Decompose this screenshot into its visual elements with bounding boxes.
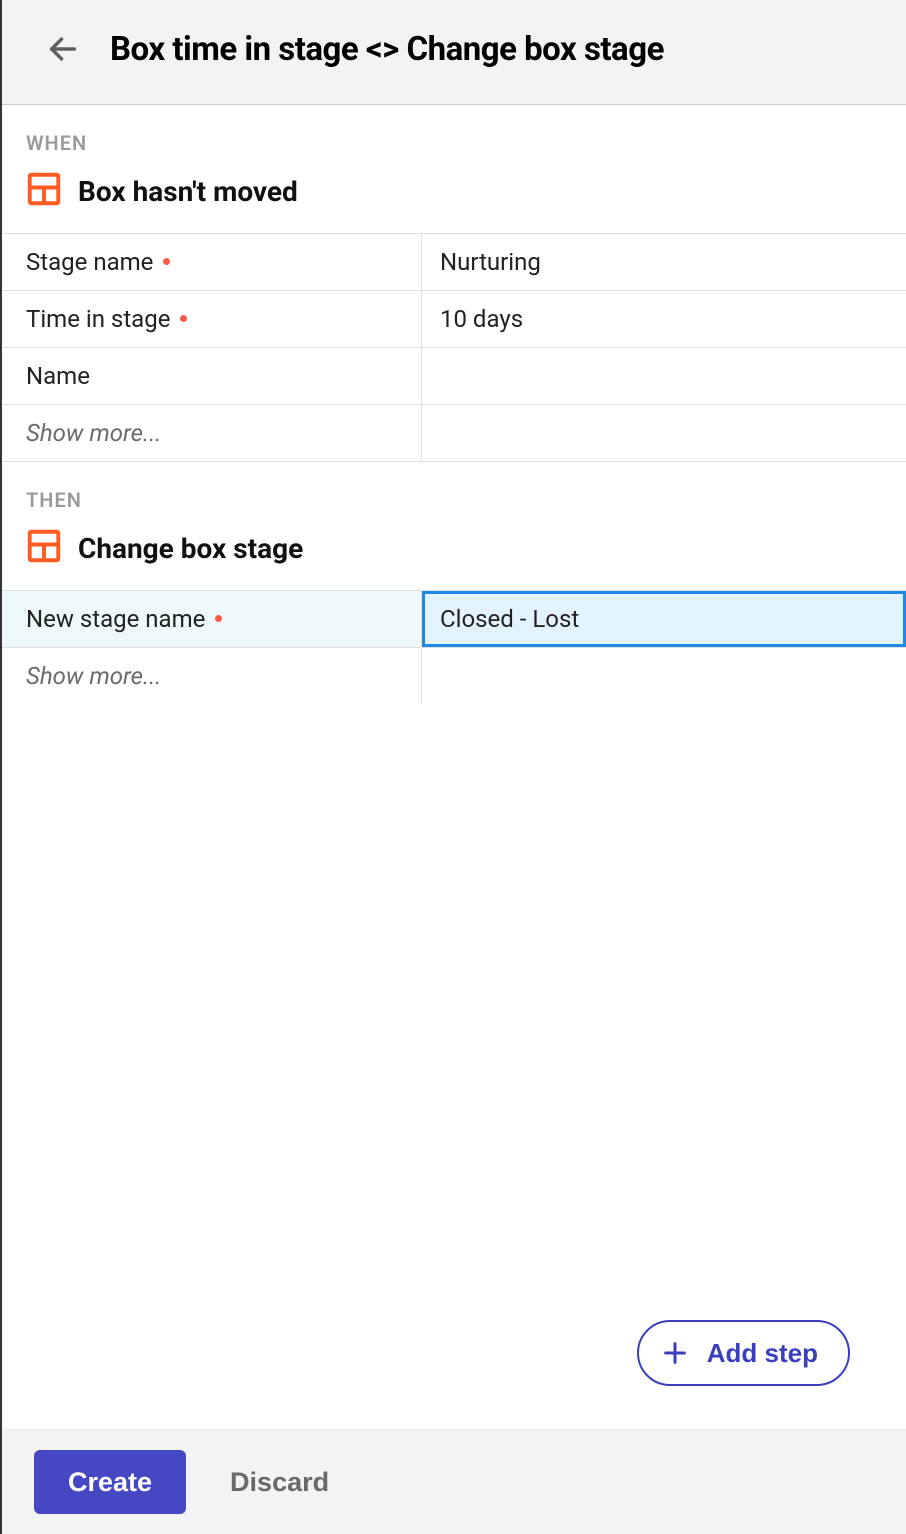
when-show-more[interactable]: Show more... — [2, 405, 906, 462]
field-row-new-stage-name[interactable]: New stage name Closed - Lost — [2, 591, 906, 648]
then-step-title: Change box stage — [78, 532, 303, 565]
required-dot-icon — [180, 315, 187, 322]
then-show-more[interactable]: Show more... — [2, 648, 906, 704]
then-step-header[interactable]: Change box stage — [2, 518, 906, 590]
empty-cell — [422, 648, 906, 704]
label-text: Stage name — [26, 248, 153, 276]
field-value[interactable] — [422, 348, 906, 404]
field-value[interactable]: 10 days — [422, 291, 906, 347]
label-text: New stage name — [26, 605, 205, 633]
field-label: Stage name — [2, 234, 422, 290]
field-row-stage-name[interactable]: Stage name Nurturing — [2, 234, 906, 291]
content-area: WHEN Box hasn't moved Stage name — [2, 104, 906, 1430]
add-step-wrap: Add step — [637, 1320, 850, 1386]
label-text: Name — [26, 362, 90, 390]
field-value-active[interactable]: Closed - Lost — [422, 591, 906, 647]
then-label: THEN — [2, 462, 906, 518]
field-label: Name — [2, 348, 422, 404]
header: Box time in stage <> Change box stage — [2, 0, 906, 104]
when-step-header[interactable]: Box hasn't moved — [2, 161, 906, 233]
then-section: THEN Change box stage New stage name — [2, 461, 906, 704]
plus-icon — [661, 1339, 689, 1367]
discard-button[interactable]: Discard — [230, 1467, 329, 1498]
empty-cell — [422, 405, 906, 461]
when-section: WHEN Box hasn't moved Stage name — [2, 105, 906, 462]
required-dot-icon — [163, 258, 170, 265]
required-dot-icon — [215, 615, 222, 622]
create-button[interactable]: Create — [34, 1450, 186, 1514]
label-text: Time in stage — [26, 305, 170, 333]
arrow-left-icon — [46, 32, 80, 66]
then-fields: New stage name Closed - Lost Show more..… — [2, 590, 906, 704]
when-fields: Stage name Nurturing Time in stage 10 da… — [2, 233, 906, 462]
field-label: Time in stage — [2, 291, 422, 347]
field-value[interactable]: Nurturing — [422, 234, 906, 290]
page-title: Box time in stage <> Change box stage — [110, 30, 664, 69]
add-step-label: Add step — [707, 1338, 818, 1369]
show-more-label[interactable]: Show more... — [2, 648, 422, 704]
field-row-time-in-stage[interactable]: Time in stage 10 days — [2, 291, 906, 348]
when-step-title: Box hasn't moved — [78, 175, 298, 208]
back-button[interactable] — [42, 28, 84, 70]
field-label: New stage name — [2, 591, 422, 647]
pipeline-box-icon — [26, 528, 62, 568]
add-step-button[interactable]: Add step — [637, 1320, 850, 1386]
field-row-name[interactable]: Name — [2, 348, 906, 405]
pipeline-box-icon — [26, 171, 62, 211]
when-label: WHEN — [2, 105, 906, 161]
show-more-label[interactable]: Show more... — [2, 405, 422, 461]
footer: Create Discard — [2, 1430, 906, 1534]
